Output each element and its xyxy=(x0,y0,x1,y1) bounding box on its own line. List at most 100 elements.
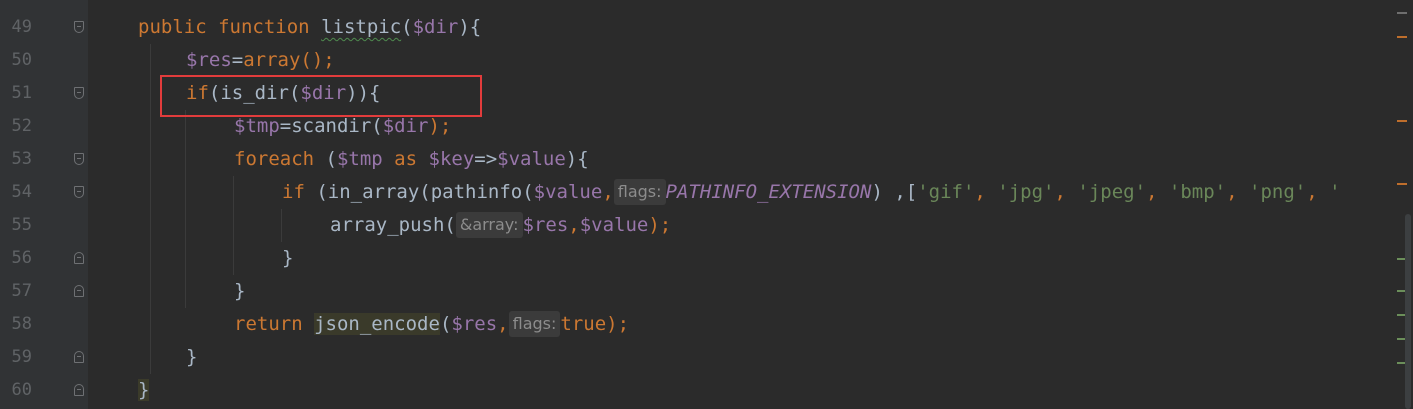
string: 'gif' xyxy=(917,181,975,203)
string: ' xyxy=(1329,181,1341,203)
code-line-60[interactable]: } xyxy=(138,374,150,407)
code-line-50[interactable]: $res=array(); xyxy=(186,44,335,77)
gutter-line-57: 57 xyxy=(0,275,88,308)
fold-end-icon[interactable] xyxy=(74,285,84,297)
punctuation: , xyxy=(497,313,509,335)
punctuation: , xyxy=(568,214,580,236)
code-line-59[interactable]: } xyxy=(186,341,197,374)
keyword: true xyxy=(560,313,607,335)
string: 'png' xyxy=(1249,181,1307,203)
line-number: 58 xyxy=(11,314,32,334)
line-number: 53 xyxy=(11,149,32,169)
line-number-gutter: 49 50 51 52 53 54 55 56 57 58 59 60 xyxy=(0,0,88,409)
punctuation: , xyxy=(602,181,614,203)
punctuation: ) ,[ xyxy=(871,181,918,203)
punctuation: , xyxy=(1054,181,1078,203)
code-line-55[interactable]: array_push(&array: $res,$value); xyxy=(330,209,671,242)
fold-toggle-icon[interactable] xyxy=(74,153,84,165)
keyword: return xyxy=(234,313,303,335)
keyword: foreach xyxy=(234,148,315,170)
indent-guide xyxy=(281,209,282,242)
line-number: 57 xyxy=(11,281,32,301)
variable: $dir xyxy=(382,115,429,137)
code-line-49[interactable]: public function listpic($dir){ xyxy=(138,11,481,44)
operator: => xyxy=(474,148,498,170)
keyword: array xyxy=(243,49,301,71)
parameter-hint: flags: xyxy=(613,179,666,205)
fold-toggle-icon[interactable] xyxy=(74,186,84,198)
code-editor[interactable]: public function listpic($dir){ $res=arra… xyxy=(88,0,1413,409)
variable: $res xyxy=(186,49,232,71)
line-number: 51 xyxy=(11,83,32,103)
string: 'jpeg' xyxy=(1077,181,1147,203)
function-name: listpic xyxy=(321,16,402,38)
matched-brace: } xyxy=(138,379,150,401)
variable: $value xyxy=(579,214,649,236)
line-number: 50 xyxy=(11,50,32,70)
fold-toggle-icon[interactable] xyxy=(74,87,84,99)
code-text: (in_array(pathinfo( xyxy=(304,181,534,203)
gutter-line-49: 49 xyxy=(0,11,88,44)
fold-end-icon[interactable] xyxy=(74,351,84,363)
gutter-line-53: 53 xyxy=(0,143,88,176)
code-line-58[interactable]: return json_encode($res, flags: true); xyxy=(234,308,629,341)
warning-marker xyxy=(1397,36,1407,38)
punctuation: (); xyxy=(300,49,335,71)
code-line-54[interactable]: if (in_array(pathinfo($value, flags: PATHI… xyxy=(282,176,1341,209)
punctuation: ( xyxy=(314,148,337,170)
variable: $value xyxy=(533,181,603,203)
variable: $res xyxy=(522,214,569,236)
code-line-56[interactable]: } xyxy=(282,242,293,275)
indent-guide xyxy=(150,44,151,374)
punctuation: , xyxy=(974,181,998,203)
vertical-scrollbar[interactable] xyxy=(1391,0,1413,409)
indent-guide xyxy=(185,110,186,308)
function-call: json_encode xyxy=(314,313,440,335)
punctuation: , xyxy=(1146,181,1169,203)
fold-toggle-icon[interactable] xyxy=(74,21,84,33)
code-line-53[interactable]: foreach ($tmp as $key=>$value){ xyxy=(234,143,589,176)
gutter-line-60: 60 xyxy=(0,374,88,407)
code-text: =scandir( xyxy=(279,115,383,137)
brace: } xyxy=(234,280,246,302)
gutter-line-58: 58 xyxy=(0,308,88,341)
code-line-57[interactable]: } xyxy=(234,275,245,308)
line-number: 49 xyxy=(11,17,32,37)
variable: $key xyxy=(428,148,475,170)
parameter-hint: flags: xyxy=(508,311,561,337)
fold-end-icon[interactable] xyxy=(74,252,84,264)
scroll-marker xyxy=(1397,12,1407,14)
punctuation: ); xyxy=(648,214,672,236)
line-number: 54 xyxy=(11,182,32,202)
variable: $res xyxy=(451,313,498,335)
gutter-line-51: 51 xyxy=(0,77,88,110)
fold-end-icon[interactable] xyxy=(74,384,84,396)
variable: $tmp xyxy=(336,148,383,170)
keyword: if xyxy=(282,181,305,203)
highlight-annotation-box xyxy=(160,75,482,117)
brace: } xyxy=(282,247,294,269)
brace: } xyxy=(186,346,198,368)
punctuation: ); xyxy=(428,115,452,137)
punctuation: , xyxy=(1226,181,1250,203)
function-call: array_push( xyxy=(330,214,456,236)
punctuation: ){ xyxy=(565,148,589,170)
warning-marker xyxy=(1397,120,1407,122)
variable: $dir xyxy=(412,16,459,38)
variable: $tmp xyxy=(234,115,280,137)
gutter-line-54: 54 xyxy=(0,176,88,209)
operator: = xyxy=(231,49,244,71)
scrollbar-thumb[interactable] xyxy=(1405,214,1411,409)
keyword: function xyxy=(218,16,310,38)
line-number: 52 xyxy=(11,116,32,136)
keyword: public xyxy=(138,16,207,38)
string: 'jpg' xyxy=(997,181,1055,203)
warning-marker xyxy=(1397,183,1407,185)
line-number: 55 xyxy=(11,215,32,235)
punctuation: , xyxy=(1306,181,1330,203)
gutter-line-50: 50 xyxy=(0,44,88,77)
line-number: 56 xyxy=(11,248,32,268)
indent-guide xyxy=(233,176,234,275)
line-number: 59 xyxy=(11,347,32,367)
constant: PATHINFO_EXTENSION xyxy=(665,181,872,203)
